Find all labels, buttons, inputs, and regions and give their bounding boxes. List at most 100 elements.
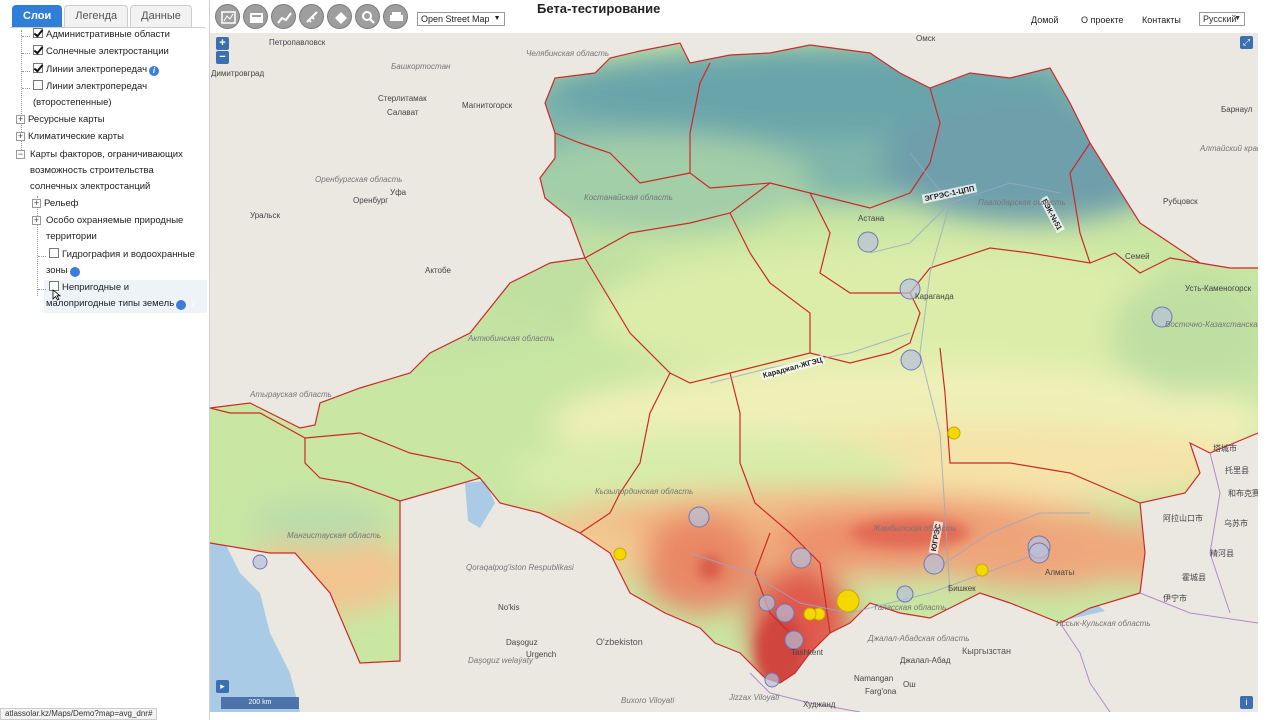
place-label: Восточно-Казахстанская область	[1165, 320, 1258, 329]
tool-layers-button[interactable]	[215, 4, 240, 29]
place-label: Челябинская область	[526, 49, 610, 58]
place-label: Башкортостан	[391, 62, 451, 71]
info-icon[interactable]: i	[149, 66, 160, 76]
tree-hline	[38, 256, 46, 257]
info-icon[interactable]: i	[176, 300, 194, 310]
fullscreen-button[interactable]: ⤢	[1240, 36, 1253, 49]
place-label: Namangan	[854, 674, 894, 683]
place-label: 塔城市	[1213, 444, 1237, 453]
place-label: Усть-Каменогорск	[1185, 284, 1252, 293]
page-title: Бета-тестирование	[537, 1, 661, 16]
tab-data[interactable]: Данные	[130, 5, 192, 28]
group-climate[interactable]: + Климатические карты	[16, 129, 124, 145]
tool-table-button[interactable]	[243, 4, 268, 29]
group-resource[interactable]: + Ресурсные карты	[16, 112, 105, 128]
expand-icon[interactable]: +	[32, 199, 41, 208]
layer-unsuitable[interactable]: Непригодные и малопригодные типы земель i	[46, 280, 196, 312]
place-label: O'zbekiston	[596, 637, 643, 647]
basemap-value: Open Street Map	[421, 14, 490, 24]
chart-icon	[277, 12, 292, 24]
layers-panel: Слои Легенда Данные Административные обл…	[0, 0, 210, 720]
group-protected-expander[interactable]: +	[32, 213, 44, 229]
checkbox-icon[interactable]	[33, 28, 43, 38]
place-label: Tashkent	[791, 648, 824, 657]
nav-about[interactable]: О проекте	[1081, 15, 1123, 25]
place-label: Актобе	[425, 266, 451, 275]
place-label: 托里县	[1225, 466, 1249, 475]
layer-hydro[interactable]: Гидрография и водоохранные зоны i	[46, 247, 196, 279]
language-select[interactable]: Русский ▼	[1199, 12, 1245, 26]
place-label: Уральск	[250, 211, 280, 220]
place-label: Петропавловск	[269, 38, 326, 47]
map-play-button[interactable]: ▸	[216, 680, 229, 693]
place-label: Магнитогорск	[462, 101, 513, 110]
status-url: atlassolar.kz/Maps/Demo?map=avg_dnr#	[0, 708, 158, 720]
place-label: Жамбылская область	[873, 524, 957, 533]
tree-hline	[22, 36, 30, 37]
place-label: 伊宁市	[1163, 594, 1187, 603]
cursor-icon	[52, 289, 61, 301]
zoom-out-button[interactable]: −	[216, 51, 229, 64]
map-info-button[interactable]: i	[1240, 696, 1253, 709]
map-canvas[interactable]	[210, 33, 1258, 712]
tool-area-button[interactable]	[327, 4, 352, 29]
expand-icon[interactable]: +	[16, 132, 25, 141]
tab-layers[interactable]: Слои	[12, 5, 63, 28]
group-label: Рельеф	[44, 198, 79, 209]
group-label: Карты факторов, ограничивающих возможнос…	[30, 149, 183, 192]
place-label: Farg'ona	[865, 687, 897, 696]
group-factors[interactable]: Карты факторов, ограничивающих возможнос…	[30, 147, 202, 195]
tree-hline	[22, 71, 30, 72]
tree-hline	[22, 53, 30, 54]
checkbox-icon[interactable]	[33, 80, 43, 90]
checkbox-icon[interactable]	[33, 45, 43, 55]
place-label: Таласская область	[873, 603, 947, 612]
group-factors-expander[interactable]: −	[16, 147, 28, 163]
page-scroll-gutter	[1258, 33, 1280, 720]
place-label: Барнаул	[1221, 105, 1253, 114]
layer-lines-secondary[interactable]: Линии электропередач (второстепенные)	[33, 79, 173, 111]
place-label: Стерлитамак	[378, 94, 427, 103]
tool-measure-button[interactable]	[299, 4, 324, 29]
layer-lines[interactable]: Линии электропередач i	[33, 62, 160, 78]
place-label: Оренбургская область	[315, 175, 403, 184]
nav-contacts[interactable]: Контакты	[1142, 15, 1181, 25]
place-label: 乌苏市	[1224, 519, 1248, 528]
group-relief[interactable]: + Рельеф	[32, 196, 78, 212]
place-label: Костанайская область	[584, 193, 673, 202]
place-label: Семей	[1125, 252, 1150, 261]
collapse-icon[interactable]: −	[16, 150, 25, 159]
tool-search-button[interactable]	[355, 4, 380, 29]
chevron-down-icon: ▼	[493, 15, 501, 22]
tab-legend[interactable]: Легенда	[64, 5, 129, 28]
place-label: Димитровград	[211, 69, 265, 78]
group-label: Ресурсные карты	[28, 114, 105, 125]
place-label: 和布克赛尔	[1228, 489, 1258, 498]
map-view[interactable]: + − ⤢ ▸ i 200 km ЭГРЭС-1-ЦПП ЕЭК-№51 Кар…	[210, 33, 1258, 712]
group-label: Климатические карты	[28, 131, 124, 142]
place-label: Джалал-Абад	[900, 656, 951, 665]
zoom-in-button[interactable]: +	[216, 37, 229, 50]
nav-home[interactable]: Домой	[1031, 15, 1058, 25]
expand-icon[interactable]: +	[16, 115, 25, 124]
place-label: Daşoguz welaýaty	[468, 656, 533, 665]
table-icon	[250, 13, 263, 23]
group-protected[interactable]: Особо охраняемые природные территории	[46, 213, 186, 245]
tool-chart-button[interactable]	[271, 4, 296, 29]
scale-bar: 200 km	[221, 697, 299, 709]
info-icon[interactable]: i	[69, 267, 88, 277]
place-label: Уфа	[390, 188, 407, 197]
chevron-down-icon: ▼	[1234, 15, 1241, 22]
basemap-select[interactable]: Open Street Map ▼	[417, 12, 505, 26]
layer-solar[interactable]: Солнечные электростанции	[33, 44, 169, 60]
place-label: Мангистауская область	[287, 531, 382, 540]
place-label: Рубцовск	[1163, 197, 1198, 206]
polygon-icon	[335, 12, 347, 24]
layer-label: Линии электропередач (второстепенные)	[33, 81, 148, 108]
place-label: Алматы	[1045, 568, 1075, 577]
tool-print-button[interactable]	[383, 4, 408, 29]
expand-icon[interactable]: +	[32, 216, 41, 225]
place-label: Атырауская область	[250, 390, 332, 399]
layer-admin[interactable]: Административные области	[33, 27, 170, 43]
checkbox-icon[interactable]	[33, 63, 43, 73]
